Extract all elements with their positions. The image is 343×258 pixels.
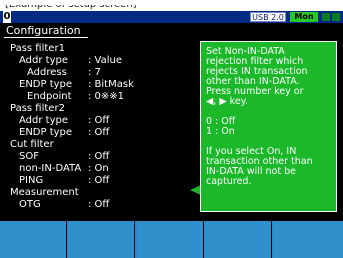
status-bar: 0 USB 2.0 Mon (0, 11, 343, 23)
setting-label-addr-type-2: Addr type (19, 115, 68, 126)
setting-value-otg[interactable]: : Off (88, 199, 109, 211)
status-led-icon (322, 13, 330, 21)
section-header-pass-filter1: Pass filter1 (10, 43, 65, 54)
help-panel: Set Non-IN-DATA rejection filter which r… (200, 41, 337, 212)
softkey-bar (0, 221, 343, 258)
setting-label-address: Address (27, 67, 67, 78)
status-led-icon (332, 13, 340, 21)
section-header-cut-filter: Cut filter (10, 139, 54, 150)
setting-value-ping[interactable]: : Off (88, 175, 109, 187)
softkey-3[interactable] (137, 221, 204, 258)
setting-label-otg: OTG (19, 199, 41, 210)
softkey-1[interactable] (0, 221, 67, 258)
setting-value-endp-type-1[interactable]: : BitMask (88, 79, 134, 91)
section-header-pass-filter2: Pass filter2 (10, 103, 65, 114)
monitor-mode-badge: Mon (290, 12, 318, 22)
setting-value-non-in-data[interactable]: : On (88, 163, 109, 175)
setting-value-endpoint[interactable]: : 0※※1 (88, 91, 124, 103)
setting-value-addr-type-2[interactable]: : Off (88, 115, 109, 127)
setting-value-endp-type-2[interactable]: : Off (88, 127, 109, 139)
setting-label-addr-type-1: Addr type (19, 55, 68, 66)
usb-version-badge: USB 2.0 (250, 12, 286, 22)
setting-label-non-in-data: non-IN-DATA (19, 163, 82, 174)
figure-caption: [Example of setup screen] (5, 0, 137, 10)
setting-label-sof: SOF (19, 151, 39, 162)
page-title: Configuration (4, 23, 88, 38)
setting-label-endp-type-2: ENDP type (19, 127, 73, 138)
port-indicator: 0 (3, 11, 11, 23)
setting-value-address[interactable]: : 7 (88, 67, 101, 79)
softkey-5[interactable] (274, 221, 343, 258)
setting-label-endpoint: Endpoint (27, 91, 72, 102)
device-screen: 0 USB 2.0 Mon Configuration Pass filter1… (0, 11, 343, 258)
softkey-4[interactable] (205, 221, 272, 258)
setting-label-endp-type-1: ENDP type (19, 79, 73, 90)
softkey-2[interactable] (68, 221, 135, 258)
setting-value-sof[interactable]: : Off (88, 151, 109, 163)
setting-value-addr-type-1[interactable]: : Value (88, 55, 122, 67)
section-header-measurement: Measurement (10, 187, 79, 198)
setting-label-ping: PING (19, 175, 44, 186)
